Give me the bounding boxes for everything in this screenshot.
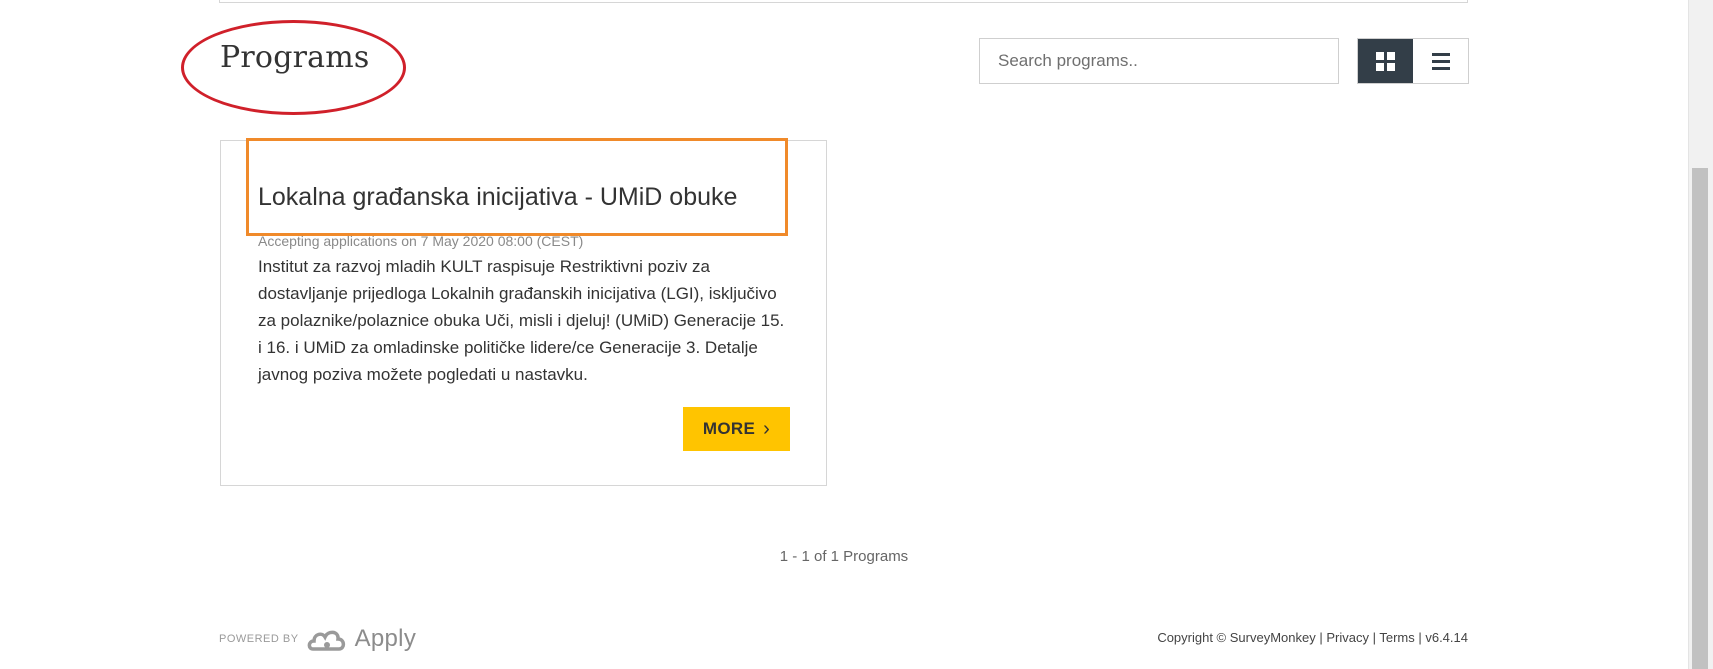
program-status: Accepting applications on 7 May 2020 08:…	[258, 233, 584, 249]
version-text: v6.4.14	[1425, 630, 1468, 645]
search-input[interactable]	[979, 38, 1339, 84]
copyright-text: Copyright © SurveyMonkey	[1157, 630, 1316, 645]
powered-by: POWERED BY Apply	[219, 625, 416, 653]
list-icon	[1431, 52, 1450, 70]
more-button[interactable]: MORE ›	[683, 407, 790, 451]
apply-logo-icon	[307, 630, 345, 651]
pagination-summary: 1 - 1 of 1 Programs	[779, 548, 909, 565]
chevron-right-icon: ›	[763, 418, 771, 440]
apply-brand: Apply	[354, 625, 417, 652]
program-description: Institut za razvoj mladih KULT raspisuje…	[258, 257, 785, 384]
top-panel-edge	[219, 0, 1468, 3]
page-title: Programs	[220, 40, 370, 75]
program-title[interactable]: Lokalna građanska inicijativa - UMiD obu…	[258, 183, 737, 212]
footer-copyright: Copyright © SurveyMonkey | Privacy | Ter…	[1157, 630, 1468, 645]
grid-view-button[interactable]	[1358, 39, 1413, 83]
scrollbar-thumb[interactable]	[1692, 168, 1708, 669]
more-button-label: MORE	[702, 419, 756, 438]
powered-by-label: POWERED BY	[219, 633, 299, 645]
grid-icon	[1376, 51, 1395, 71]
privacy-link[interactable]: Privacy	[1326, 630, 1369, 645]
list-view-button[interactable]	[1413, 39, 1468, 83]
terms-link[interactable]: Terms	[1379, 630, 1414, 645]
view-toggle	[1357, 38, 1469, 84]
program-card: Lokalna građanska inicijativa - UMiD obu…	[220, 140, 827, 486]
